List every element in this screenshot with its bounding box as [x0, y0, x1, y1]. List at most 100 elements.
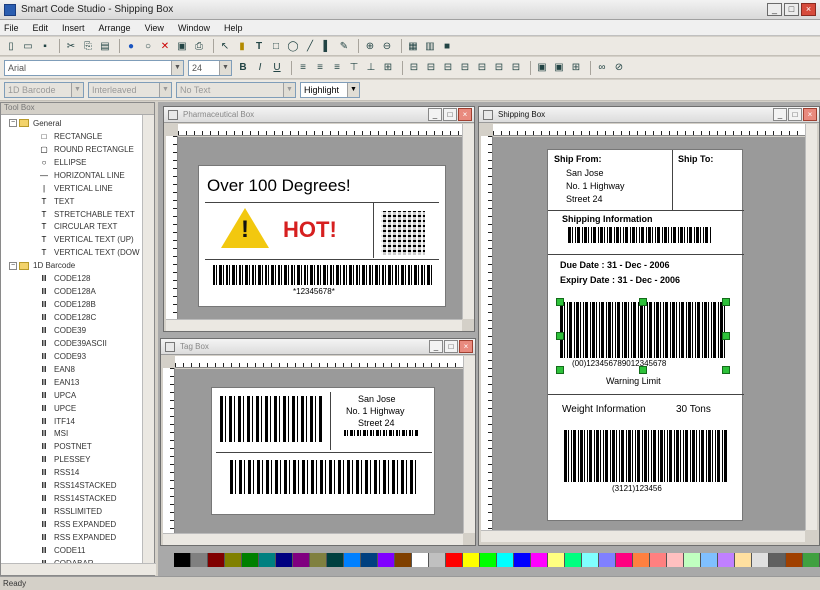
symbology-combo[interactable]: Interleaved ▼ [88, 82, 172, 98]
minimize-button[interactable]: _ [429, 340, 443, 353]
close-button[interactable]: × [803, 108, 817, 121]
palette-swatch[interactable] [191, 553, 208, 567]
ship-to-label[interactable]: Ship To: [678, 154, 713, 164]
toolbox-item[interactable]: Ⅲ RSSLIMITED [1, 505, 154, 518]
palette-swatch[interactable] [361, 553, 378, 567]
weight-barcode[interactable] [564, 430, 728, 482]
rectangle-tool-icon[interactable]: □ [269, 39, 283, 53]
shipping-barcode[interactable] [568, 227, 712, 243]
weight-value-text[interactable]: 30 Tons [676, 404, 711, 415]
palette-swatch[interactable] [310, 553, 327, 567]
menu-file[interactable]: File [4, 23, 19, 33]
palette-swatch[interactable] [395, 553, 412, 567]
toolbox-item[interactable]: Ⅲ UPCE [1, 402, 154, 415]
selection-handle[interactable] [556, 332, 564, 340]
toolbox-group[interactable]: − 1D Barcode [1, 259, 154, 272]
toolbox-group[interactable]: − General [1, 117, 154, 130]
palette-swatch[interactable] [616, 553, 633, 567]
heading-text[interactable]: Over 100 Degrees! [207, 176, 351, 196]
palette-swatch[interactable] [701, 553, 718, 567]
divider-line[interactable] [373, 203, 374, 258]
palette-swatch[interactable] [259, 553, 276, 567]
collapse-icon[interactable]: − [9, 119, 17, 128]
palette-swatch[interactable] [548, 553, 565, 567]
toolbox-item[interactable]: Ⅲ MSI [1, 428, 154, 441]
minimize-button[interactable]: _ [773, 108, 787, 121]
horizontal-scrollbar[interactable] [163, 533, 463, 545]
toolbox-item[interactable]: Ⅲ CODE128A [1, 285, 154, 298]
copy-icon[interactable]: ⎘ [81, 39, 95, 53]
collapse-icon[interactable]: − [9, 261, 17, 270]
circle-tool-icon[interactable]: ○ [141, 39, 155, 53]
toolbox-item[interactable]: Ⅲ CODE93 [1, 350, 154, 363]
link-icon[interactable]: ∞ [595, 61, 609, 75]
send-back-icon[interactable]: ▣ [552, 61, 566, 75]
align-bottom-icon[interactable]: ⊥ [364, 61, 378, 75]
toolbox-item[interactable]: Ⅲ CODE128C [1, 311, 154, 324]
cut-icon[interactable]: ✂ [64, 39, 78, 53]
selection-handle[interactable] [639, 366, 647, 374]
palette-swatch[interactable] [718, 553, 735, 567]
divider-line[interactable] [548, 254, 744, 255]
help-icon[interactable]: ● [124, 39, 138, 53]
zoom-out-icon[interactable]: ⊖ [380, 39, 394, 53]
group-icon[interactable]: ⊞ [569, 61, 583, 75]
close-button[interactable]: × [458, 108, 472, 121]
toolbox-item[interactable]: Ⅲ POSTNET [1, 440, 154, 453]
open-file-icon[interactable]: ▭ [21, 39, 35, 53]
close-button[interactable]: × [801, 3, 816, 16]
address-line-1[interactable]: San Jose [358, 394, 396, 404]
selection-handle[interactable] [556, 298, 564, 306]
highlight-combo[interactable]: Highlight ▼ [300, 82, 360, 98]
same-width-icon[interactable]: ⊟ [407, 61, 421, 75]
label-shipping[interactable]: Ship From: Ship To: San Jose No. 1 Highw… [547, 149, 744, 521]
bring-front-icon[interactable]: ▣ [535, 61, 549, 75]
same-size-icon[interactable]: ⊟ [441, 61, 455, 75]
pdf417-barcode-large[interactable] [230, 460, 416, 494]
divider-line[interactable] [672, 150, 673, 210]
toolbox-item[interactable]: Ⅲ EAN8 [1, 363, 154, 376]
linear-barcode[interactable] [213, 265, 433, 285]
delete-icon[interactable]: ✕ [158, 39, 172, 53]
symbology-type-combo[interactable]: 1D Barcode ▼ [4, 82, 84, 98]
horizontal-scrollbar[interactable] [481, 530, 805, 542]
pharmaceutical-box-titlebar[interactable]: Pharmaceutical Box _ □ × [164, 107, 474, 123]
lock-icon[interactable]: ▮ [235, 39, 249, 53]
vertical-scrollbar[interactable] [805, 124, 817, 530]
center-h-icon[interactable]: ⊟ [492, 61, 506, 75]
pointer-icon[interactable]: ↖ [218, 39, 232, 53]
align-center-icon[interactable]: ≡ [313, 61, 327, 75]
vertical-scrollbar[interactable] [463, 356, 475, 533]
palette-swatch[interactable] [446, 553, 463, 567]
toolbox-item[interactable]: □ RECTANGLE [1, 130, 154, 143]
toolbox-item[interactable]: Ⅲ RSS14STACKED [1, 479, 154, 492]
menu-view[interactable]: View [145, 23, 164, 33]
toolbox-item[interactable]: Ⅲ UPCA [1, 389, 154, 402]
palette-swatch[interactable] [225, 553, 242, 567]
label-tag[interactable]: San Jose No. 1 Highway Street 24 [211, 387, 435, 515]
toolbox-item[interactable]: — HORIZONTAL LINE [1, 169, 154, 182]
menu-insert[interactable]: Insert [62, 23, 85, 33]
selection-handle[interactable] [722, 366, 730, 374]
toolbox-hscrollbar[interactable] [1, 563, 156, 575]
toolbox-scrollbar[interactable] [142, 115, 154, 563]
selection-handle[interactable] [722, 298, 730, 306]
toolbox-item[interactable]: Ⅲ CODE39 [1, 324, 154, 337]
maximize-button[interactable]: □ [443, 108, 457, 121]
horizontal-scrollbar[interactable] [166, 319, 462, 331]
palette-swatch[interactable] [769, 553, 786, 567]
divider-line[interactable] [548, 210, 744, 211]
palette-swatch[interactable] [293, 553, 310, 567]
design-canvas[interactable]: Ship From: Ship To: San Jose No. 1 Highw… [493, 137, 805, 530]
palette-swatch[interactable] [327, 553, 344, 567]
italic-icon[interactable]: I [253, 61, 267, 75]
toolbox-item[interactable]: Ⅲ CODE11 [1, 544, 154, 557]
palette-swatch[interactable] [208, 553, 225, 567]
selection-handle[interactable] [722, 332, 730, 340]
paste-icon[interactable]: ▤ [98, 39, 112, 53]
divider-line[interactable] [205, 259, 439, 260]
ellipse-tool-icon[interactable]: ◯ [286, 39, 300, 53]
design-canvas[interactable]: Over 100 Degrees! ! HOT! *12345678* [178, 137, 462, 319]
align-middle-icon[interactable]: ⊞ [381, 61, 395, 75]
palette-swatch[interactable] [429, 553, 446, 567]
